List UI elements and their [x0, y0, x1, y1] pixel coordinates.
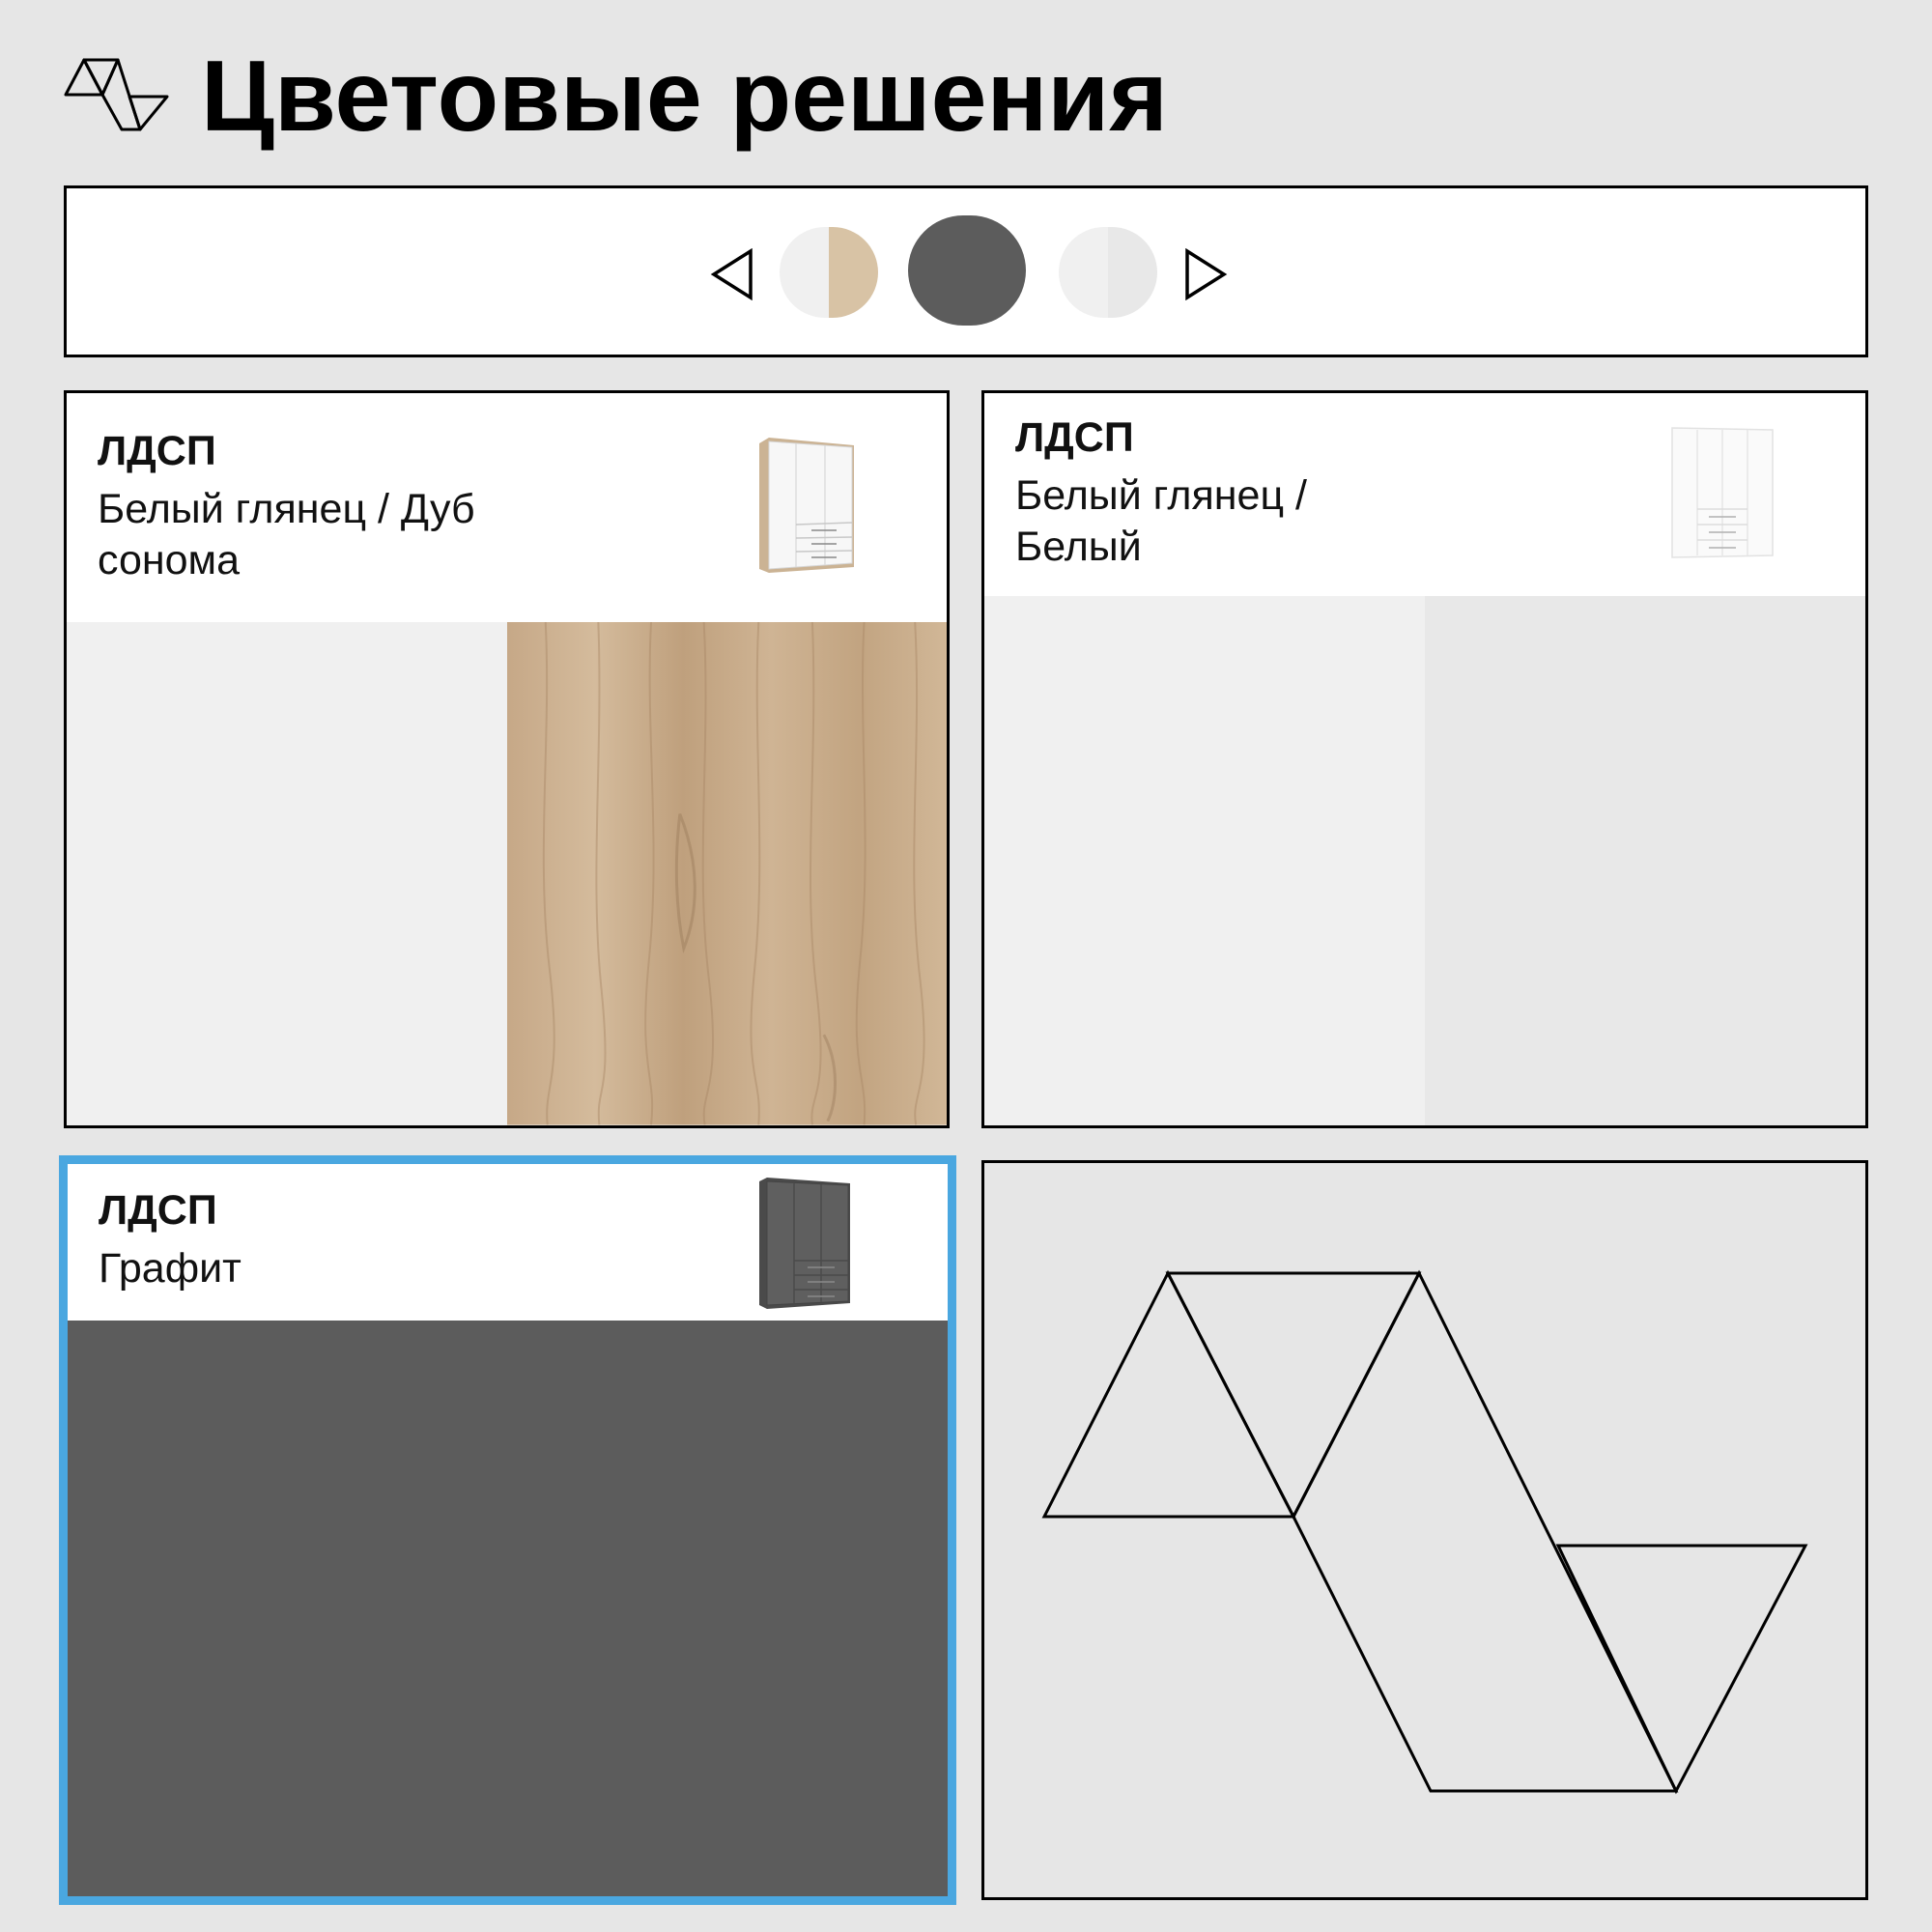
finish-card-white-oak[interactable]: ЛДСП Белый глянец / Дуб сонома	[64, 390, 950, 1128]
wardrobe-icon	[1671, 427, 1774, 558]
page-title: Цветовые решения	[201, 41, 1168, 153]
swatch-half-oak	[829, 227, 878, 318]
color-sample-white-gloss	[984, 596, 1425, 1125]
color-swatch-white-oak[interactable]	[780, 227, 878, 318]
swatch-half-white-matte	[1108, 227, 1157, 318]
card-material: ЛДСП	[99, 1187, 217, 1234]
color-selector	[64, 185, 1868, 357]
card-material: ЛДСП	[1015, 414, 1134, 461]
card-finish-name: Графит	[99, 1245, 242, 1292]
triangle-right-icon[interactable]	[1183, 248, 1228, 300]
swatch-half-white	[1059, 227, 1108, 318]
card-material: ЛДСП	[98, 428, 216, 474]
brand-logo-card	[981, 1160, 1868, 1900]
color-swatch-white-white[interactable]	[1059, 227, 1157, 318]
wardrobe-icon	[759, 1178, 850, 1309]
wardrobe-icon	[759, 438, 854, 573]
triangles-logo-icon	[1041, 1269, 1808, 1795]
color-sample-white-gloss	[67, 622, 507, 1125]
finish-card-white-white[interactable]: ЛДСП Белый глянец / Белый	[981, 390, 1868, 1128]
card-finish-name: Белый глянец / Дуб сонома	[98, 486, 475, 583]
color-sample-graphite	[68, 1321, 948, 1896]
swatch-half-graphite	[908, 215, 1026, 326]
card-header: ЛДСП Графит	[68, 1164, 948, 1321]
finish-card-graphite[interactable]: ЛДСП Графит	[59, 1155, 956, 1905]
swatch-half-white	[780, 227, 829, 318]
color-swatch-graphite[interactable]	[908, 215, 1026, 326]
color-sample-sonoma-oak	[507, 622, 947, 1125]
card-finish-name: Белый глянец / Белый	[1015, 472, 1307, 570]
triangle-left-icon[interactable]	[710, 248, 754, 300]
color-sample-white	[1425, 596, 1865, 1125]
triangles-logo-icon	[64, 58, 169, 131]
card-header: ЛДСП Белый глянец / Белый	[984, 393, 1865, 596]
card-header: ЛДСП Белый глянец / Дуб сонома	[67, 393, 947, 622]
